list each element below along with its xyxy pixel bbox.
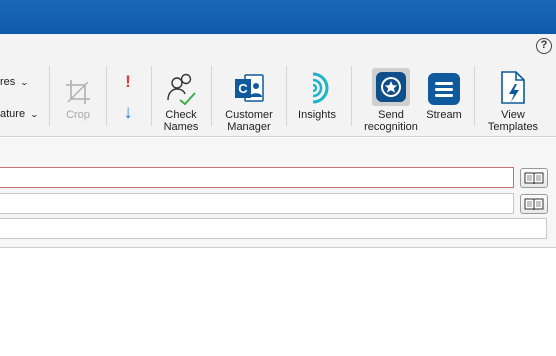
customer-manager-button[interactable]: C Customer Manager: [218, 66, 280, 133]
low-importance-button[interactable]: ↓: [117, 102, 139, 126]
stream-label: Stream: [426, 109, 462, 121]
customer-manager-label-line1: Customer: [225, 109, 273, 121]
help-icon[interactable]: ?: [536, 38, 552, 54]
cc-address-book-button[interactable]: [520, 194, 548, 214]
customer-manager-label-line2: Manager: [227, 121, 271, 133]
ribbon-separator: [151, 66, 152, 126]
address-book-icon: [524, 198, 544, 210]
svg-text:C: C: [238, 81, 248, 96]
check-names-icon: [157, 66, 205, 106]
send-recognition-button[interactable]: Send recognition: [358, 66, 424, 133]
crop-label: Crop: [66, 109, 90, 121]
insights-icon: [292, 66, 342, 106]
chevron-down-icon: ⌄: [29, 110, 40, 119]
message-body[interactable]: [0, 247, 556, 356]
send-recognition-label-line2: recognition: [364, 121, 418, 133]
check-names-label-line1: Check: [165, 109, 197, 121]
check-names-label-line2: Names: [163, 121, 199, 133]
ribbon-separator: [286, 66, 287, 126]
customer-manager-icon: C: [218, 66, 280, 106]
signatures-dropdown[interactable]: res ⌄: [0, 76, 30, 88]
insights-label: Insights: [298, 109, 336, 121]
view-templates-label-line2: Templates: [487, 121, 539, 133]
signature-dropdown[interactable]: ature ⌄: [0, 108, 40, 120]
dropdown-label: ature: [0, 108, 26, 120]
dropdown-label: res: [0, 76, 16, 88]
subject-field[interactable]: [0, 218, 547, 239]
ribbon-toolbar: ? res ⌄ ature ⌄ Crop ! ↓ Check Names C C…: [0, 34, 556, 137]
check-names-button[interactable]: Check Names: [157, 66, 205, 133]
view-templates-button[interactable]: View Templates: [484, 66, 542, 133]
ribbon-separator: [106, 66, 107, 126]
crop-button[interactable]: Crop: [56, 66, 100, 121]
view-templates-icon: [484, 66, 542, 106]
send-recognition-icon: [358, 66, 424, 106]
ribbon-separator: [49, 66, 50, 126]
cc-field[interactable]: [0, 193, 514, 214]
to-field[interactable]: [0, 167, 514, 188]
high-importance-button[interactable]: !: [117, 72, 139, 92]
ribbon-separator: [211, 66, 212, 126]
address-book-icon: [524, 172, 544, 184]
to-address-book-button[interactable]: [520, 168, 548, 188]
crop-icon: [56, 66, 100, 106]
ribbon-separator: [351, 66, 352, 126]
ribbon-separator: [474, 66, 475, 126]
stream-button[interactable]: Stream: [424, 66, 464, 121]
down-arrow-icon: ↓: [123, 102, 133, 123]
insights-button[interactable]: Insights: [292, 66, 342, 121]
view-templates-label-line1: View: [501, 109, 525, 121]
stream-icon: [424, 66, 464, 106]
exclamation-icon: !: [125, 72, 131, 91]
chevron-down-icon: ⌄: [19, 78, 30, 87]
window-titlebar: [0, 0, 556, 34]
send-recognition-label-line1: Send: [378, 109, 404, 121]
